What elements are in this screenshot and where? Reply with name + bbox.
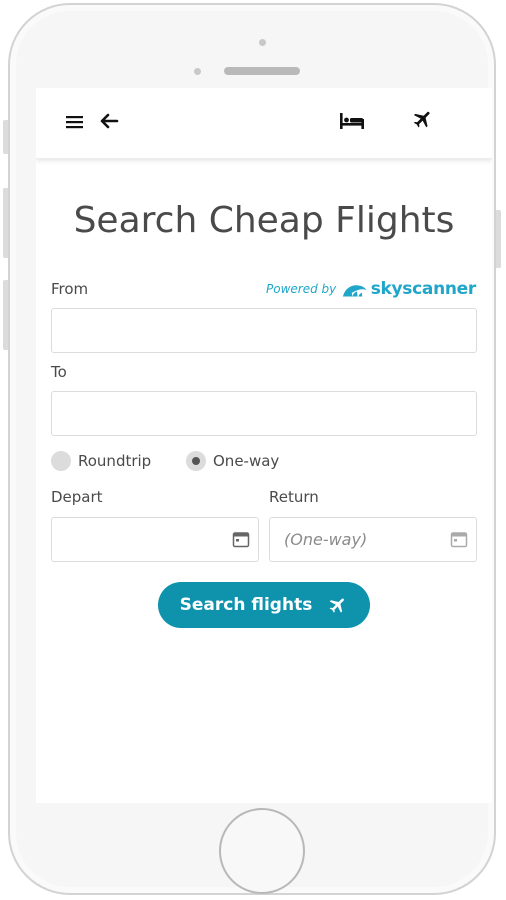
menu-icon[interactable] (66, 113, 84, 131)
front-camera (259, 39, 266, 46)
search-flights-button[interactable]: Search flights (158, 582, 370, 628)
roundtrip-radio-circle[interactable] (51, 451, 71, 471)
skyscanner-wordmark: skyscanner (370, 279, 477, 299)
skyscanner-logo-icon (343, 285, 367, 297)
bed-icon[interactable] (339, 110, 365, 132)
roundtrip-radio-label[interactable]: Roundtrip (78, 452, 151, 470)
back-arrow-icon[interactable] (99, 111, 119, 131)
airplane-icon (330, 598, 345, 613)
powered-by-text: Powered by (266, 282, 337, 296)
one-way-radio-circle[interactable] (186, 451, 206, 471)
calendar-icon[interactable] (450, 530, 468, 548)
one-way-radio-label[interactable]: One-way (213, 452, 279, 470)
depart-label: Depart (51, 488, 103, 506)
to-label: To (51, 363, 67, 381)
from-input[interactable] (51, 308, 477, 353)
earpiece-speaker (224, 67, 300, 75)
calendar-icon[interactable] (232, 530, 250, 548)
airplane-icon[interactable] (412, 108, 434, 130)
to-input[interactable] (51, 391, 477, 436)
powered-by-skyscanner: Powered by skyscanner (266, 276, 476, 302)
home-button[interactable] (219, 808, 305, 894)
app-screen: Search Cheap Flights From Powered by sky… (36, 88, 492, 803)
return-label: Return (269, 488, 319, 506)
proximity-sensor (194, 68, 201, 75)
search-flights-button-label: Search flights (179, 595, 313, 615)
page-title: Search Cheap Flights (73, 200, 455, 241)
one-way-radio[interactable]: One-way (186, 451, 279, 471)
top-navigation-bar (36, 88, 492, 159)
return-date-input[interactable] (269, 517, 477, 562)
depart-date-input[interactable] (51, 517, 259, 562)
phone-frame: Search Cheap Flights From Powered by sky… (8, 3, 496, 895)
roundtrip-radio[interactable]: Roundtrip (51, 451, 151, 471)
from-label: From (51, 280, 89, 298)
